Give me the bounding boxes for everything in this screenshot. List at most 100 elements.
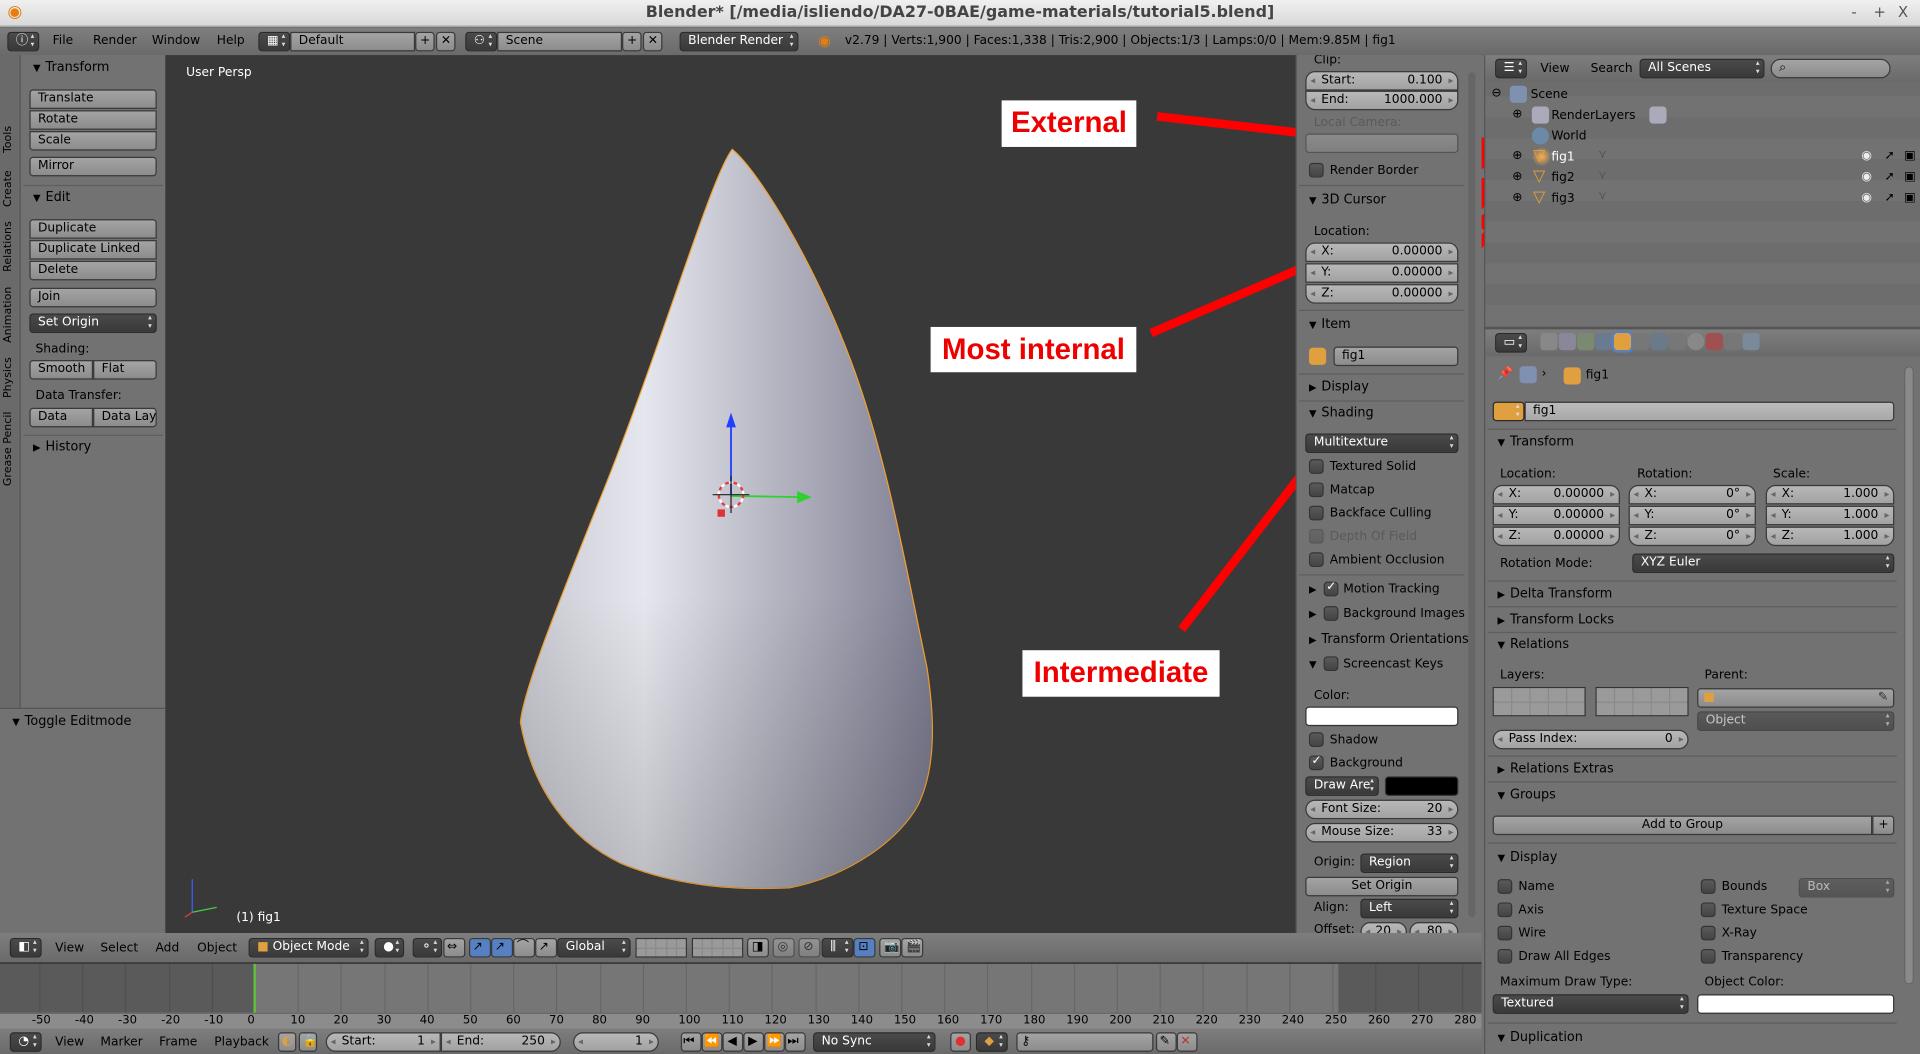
outliner-row-fig3[interactable]: fig3	[1551, 192, 1574, 205]
panel-history-header[interactable]: History	[33, 440, 91, 455]
data-button[interactable]: Data	[29, 407, 94, 428]
outliner-search-input[interactable]: ⌕	[1770, 58, 1891, 79]
scene-layers-right[interactable]	[691, 937, 744, 958]
toggle-editmode-header[interactable]: Toggle Editmode	[12, 714, 132, 729]
snap-element-dropdown[interactable]: ⫼	[821, 937, 854, 958]
x-axis-arrow[interactable]	[731, 495, 803, 499]
ambient-occlusion-checkbox[interactable]	[1308, 552, 1324, 567]
relations-extras-panel-header[interactable]: Relations Extras	[1498, 762, 1614, 777]
minimize-button[interactable]: -	[1851, 4, 1856, 21]
item-name-field[interactable]: fig1	[1333, 346, 1459, 367]
expand-icon[interactable]: ⊕	[1512, 191, 1522, 204]
layers-grid-left[interactable]	[1492, 686, 1586, 717]
display-panel-header[interactable]: Display	[1498, 850, 1557, 865]
layers-grid-right[interactable]	[1595, 686, 1689, 717]
expand-icon[interactable]: ⊕	[1512, 170, 1522, 183]
expand-icon[interactable]: ⊕	[1512, 149, 1522, 162]
current-frame-field[interactable]: 1	[573, 1032, 659, 1052]
rotation-y-field[interactable]: Y:0°	[1628, 505, 1756, 526]
timeline[interactable]: -50 -40 -30 -20 -10 0 10 20 30 40 50 60 70 80 90 100 110…	[0, 962, 1482, 1029]
play-icon[interactable]: ▶	[743, 1032, 765, 1052]
motion-tracking-panel-header[interactable]	[1309, 582, 1321, 597]
add-group-plus-icon[interactable]: +	[1872, 815, 1895, 836]
object-color-swatch[interactable]	[1697, 994, 1895, 1014]
timeline-menu-frame[interactable]: Frame	[159, 1036, 197, 1049]
menu-object[interactable]: Object	[197, 942, 237, 955]
lock-range-icon[interactable]: 🔒	[298, 1032, 318, 1052]
keying-mode-dropdown[interactable]: ◆	[975, 1032, 1008, 1052]
end-frame-field[interactable]: End:250	[440, 1032, 561, 1052]
properties-scrollbar[interactable]	[1904, 366, 1914, 985]
location-z-field[interactable]: Z:0.00000	[1492, 526, 1621, 547]
shadow-checkbox[interactable]	[1308, 732, 1324, 747]
scene-icon[interactable]: ⚇	[465, 31, 498, 52]
font-size-field[interactable]: Font Size:20	[1305, 799, 1459, 820]
particles-tab-icon[interactable]	[1724, 333, 1742, 351]
screencast-keys-panel-header[interactable]	[1309, 656, 1321, 671]
visibility-eye-icon[interactable]: ◉	[1861, 170, 1872, 183]
render-border-checkbox[interactable]	[1308, 162, 1324, 178]
offset-x-field[interactable]: 20	[1360, 922, 1407, 934]
tab-animation[interactable]: Animation	[2, 287, 14, 343]
delta-transform-panel-header[interactable]: Delta Transform	[1498, 587, 1612, 602]
join-button[interactable]: Join	[29, 287, 157, 308]
render-camera-icon[interactable]: ▣	[1904, 149, 1916, 162]
pivot-point-dropdown[interactable]: ⚬	[412, 937, 443, 958]
3d-cursor-panel-header[interactable]: 3D Cursor	[1309, 192, 1385, 207]
outliner-row-scene[interactable]: Scene	[1531, 88, 1568, 101]
start-frame-field[interactable]: Start:1	[325, 1032, 441, 1052]
render-camera-icon[interactable]: ▣	[1904, 191, 1916, 204]
transform-panel-header[interactable]: Transform	[1498, 435, 1574, 450]
delete-button[interactable]: Delete	[29, 260, 157, 281]
draw-all-edges-checkbox[interactable]	[1497, 948, 1513, 964]
object-mode-dropdown[interactable]: ■ Object Mode	[248, 937, 369, 958]
close-button[interactable]: X	[1898, 4, 1908, 21]
panel-transform-header[interactable]: Transform	[33, 60, 109, 75]
lock-layers-icon[interactable]: ◨	[746, 937, 769, 958]
color-swatch[interactable]	[1305, 706, 1459, 727]
scene-tab-icon[interactable]	[1577, 333, 1595, 351]
rotation-mode-dropdown[interactable]: XYZ Euler	[1632, 553, 1895, 574]
insert-keyframe-icon[interactable]: ✎	[1155, 1032, 1177, 1052]
mirror-button[interactable]: Mirror	[29, 156, 157, 177]
menu-select[interactable]: Select	[100, 942, 138, 955]
proportional-edit-icon[interactable]: ◎	[772, 937, 795, 958]
render-camera-icon[interactable]: ▣	[1904, 170, 1916, 183]
menu-view[interactable]: View	[55, 942, 84, 955]
flat-button[interactable]: Flat	[93, 360, 157, 380]
maximize-button[interactable]: +	[1873, 4, 1885, 21]
outliner-row-world[interactable]: World	[1551, 130, 1586, 143]
wire-checkbox[interactable]	[1497, 925, 1513, 941]
timeline-menu-marker[interactable]: Marker	[100, 1036, 142, 1049]
expand-icon[interactable]: ⊖	[1491, 87, 1501, 100]
transform-locks-panel-header[interactable]: Transform Locks	[1498, 612, 1614, 627]
info-editor-type-icon[interactable]: ⓘ	[7, 31, 40, 52]
prev-keyframe-icon[interactable]: ⏪	[701, 1032, 723, 1052]
manipulator-toggle-icon[interactable]: ⇔	[443, 937, 466, 958]
auto-keyframe-record-icon[interactable]: ●	[950, 1032, 972, 1052]
translate-manipulator-icon[interactable]: ↗	[468, 937, 492, 958]
layout-icon[interactable]: ▦	[258, 31, 291, 52]
viewport-shading-dropdown[interactable]: ●	[374, 937, 405, 958]
background-color-swatch[interactable]	[1384, 776, 1459, 796]
physics-tab-icon[interactable]	[1742, 333, 1760, 351]
scale-z-field[interactable]: Z:1.000	[1765, 526, 1895, 547]
rotation-z-field[interactable]: Z:0°	[1628, 526, 1756, 547]
delete-scene-button[interactable]: ✕	[642, 31, 663, 52]
relations-panel-header[interactable]: Relations	[1498, 637, 1569, 652]
object-tab-icon[interactable]	[1611, 330, 1634, 353]
clip-end-field[interactable]: End:1000.000	[1305, 90, 1459, 111]
timeline-editor-type-icon[interactable]: ◔	[9, 1032, 42, 1052]
display-panel-header[interactable]: Display	[1309, 380, 1368, 395]
offset-y-field[interactable]: 80	[1409, 922, 1459, 934]
outliner-filter-dropdown[interactable]: All Scenes	[1639, 58, 1765, 79]
texture-tab-icon[interactable]	[1705, 333, 1723, 351]
clip-start-field[interactable]: Start:0.100	[1305, 71, 1459, 91]
object-browse-icon[interactable]	[1492, 401, 1525, 422]
opengl-render-icon[interactable]: 📷	[879, 937, 902, 958]
select-cursor-icon[interactable]: ➚	[1884, 191, 1894, 204]
menu-file[interactable]: File	[53, 34, 73, 47]
outliner-view-menu[interactable]: View	[1540, 62, 1569, 75]
location-x-field[interactable]: X:0.00000	[1492, 484, 1621, 505]
cursor-x-field[interactable]: X:0.00000	[1305, 242, 1459, 263]
